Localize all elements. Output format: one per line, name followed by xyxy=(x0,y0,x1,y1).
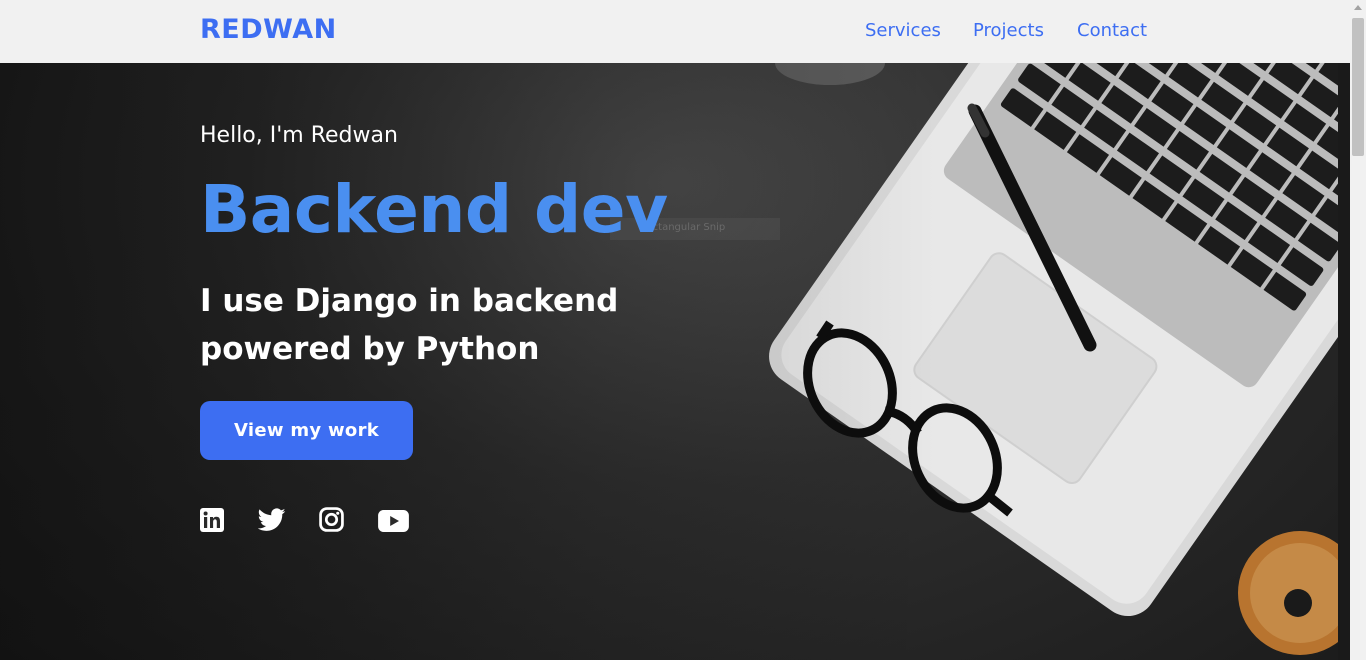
scrollbar-thumb[interactable] xyxy=(1352,18,1364,156)
scroll-up-arrow-icon[interactable] xyxy=(1354,5,1362,10)
nav-link-projects[interactable]: Projects xyxy=(973,20,1044,41)
nav-link-services[interactable]: Services xyxy=(865,20,941,41)
view-my-work-button[interactable]: View my work xyxy=(200,401,413,460)
page-scrollbar[interactable] xyxy=(1350,0,1366,660)
hero-subheading: I use Django in backend powered by Pytho… xyxy=(200,283,619,367)
hero-section: Rectangular Snip Hello, I'm Redwan Backe… xyxy=(0,63,1338,660)
navbar: REDWAN Services Projects Contact xyxy=(0,0,1350,63)
hero-greeting: Hello, I'm Redwan xyxy=(200,123,398,148)
linkedin-icon[interactable] xyxy=(200,508,224,532)
hero-headline: Backend dev xyxy=(200,171,668,248)
instagram-icon[interactable] xyxy=(319,507,344,532)
youtube-icon[interactable] xyxy=(378,510,409,532)
nav-link-contact[interactable]: Contact xyxy=(1077,20,1147,41)
twitter-icon[interactable] xyxy=(258,508,286,532)
logo[interactable]: REDWAN xyxy=(200,14,337,45)
page: REDWAN Services Projects Contact Rectang… xyxy=(0,0,1350,660)
